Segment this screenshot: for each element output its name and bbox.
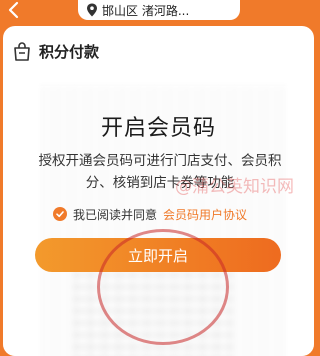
card-header: 积分付款 — [11, 40, 99, 62]
location-text: 邯山区 渚河路... — [102, 3, 190, 18]
location-selector[interactable]: 邯山区 渚河路... — [78, 0, 240, 20]
chevron-left-icon — [8, 1, 19, 19]
back-button[interactable] — [4, 0, 26, 20]
annotation-circle — [97, 229, 229, 345]
card-title: 积分付款 — [39, 42, 100, 61]
top-bar: 邯山区 渚河路... — [0, 0, 317, 26]
agreement-link[interactable]: 会员码用户协议 — [163, 206, 247, 223]
agreement-text: 我已阅读并同意 — [73, 207, 158, 222]
modal-title: 开启会员码 — [100, 116, 216, 141]
watermark: @蒲公英知识网 — [175, 177, 294, 197]
location-pin-icon — [87, 3, 97, 17]
agreement-row: 我已阅读并同意 会员码用户协议 — [53, 205, 247, 223]
shopping-bag-icon — [14, 42, 30, 61]
checkmark-icon — [56, 211, 64, 218]
checkbox[interactable] — [53, 207, 67, 221]
payment-card: 积分付款 开启会员码 授权开通会员码可进行门店支付、会员积分、核销到店卡券等功能… — [3, 26, 314, 356]
